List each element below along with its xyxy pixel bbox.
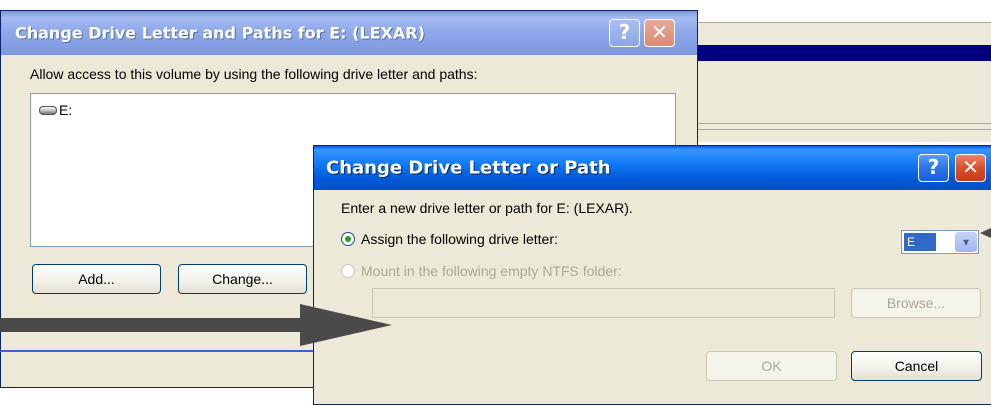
- change-button[interactable]: Change...: [178, 264, 307, 294]
- dialog-title: Change Drive Letter and Paths for E: (LE…: [15, 23, 425, 43]
- background-window-selection-bar: [698, 45, 991, 61]
- background-window-divider: [698, 123, 991, 124]
- cancel-button[interactable]: Cancel: [851, 351, 982, 381]
- change-drive-letter-or-path-dialog: Change Drive Letter or Path ? ✕ Enter a …: [313, 145, 991, 405]
- mount-ntfs-folder-option[interactable]: Mount in the following empty NTFS folder…: [341, 263, 622, 279]
- instruction-text: Enter a new drive letter or path for E: …: [341, 200, 633, 216]
- ok-button[interactable]: OK: [706, 351, 837, 381]
- folder-path-field[interactable]: [372, 288, 835, 318]
- mount-ntfs-folder-label: Mount in the following empty NTFS folder…: [361, 263, 622, 279]
- close-icon: ✕: [962, 155, 979, 179]
- help-icon: ?: [927, 155, 940, 179]
- help-icon: ?: [618, 20, 631, 44]
- drive-letter-select[interactable]: E ▾: [901, 230, 979, 254]
- list-item[interactable]: E:: [39, 102, 72, 118]
- ok-button-label: OK: [761, 358, 782, 374]
- change-button-label: Change...: [212, 271, 273, 287]
- cancel-button-label: Cancel: [894, 358, 939, 374]
- background-window-divider: [698, 129, 991, 130]
- annotation-arrow-tip-icon: [980, 228, 991, 238]
- assign-drive-letter-radio[interactable]: [341, 232, 355, 246]
- drive-letter-value: E: [904, 233, 936, 251]
- window-edge-line: [0, 350, 318, 352]
- browse-button-label: Browse...: [886, 295, 946, 311]
- add-button-label: Add...: [78, 271, 115, 287]
- close-icon: ✕: [651, 20, 668, 44]
- chevron-down-icon[interactable]: ▾: [955, 232, 977, 252]
- help-button[interactable]: ?: [918, 154, 949, 182]
- background-window: [698, 22, 991, 142]
- assign-drive-letter-label: Assign the following drive letter:: [361, 231, 558, 247]
- close-button[interactable]: ✕: [955, 154, 986, 182]
- browse-button[interactable]: Browse...: [851, 288, 981, 318]
- close-button[interactable]: ✕: [644, 19, 675, 47]
- annotation-arrow-icon: [0, 304, 392, 346]
- dialog-title: Change Drive Letter or Path: [326, 157, 611, 179]
- drive-icon: [39, 105, 57, 115]
- assign-drive-letter-option[interactable]: Assign the following drive letter:: [341, 231, 558, 247]
- instruction-text: Allow access to this volume by using the…: [30, 66, 478, 82]
- add-button[interactable]: Add...: [32, 264, 161, 294]
- dialog-titlebar[interactable]: Change Drive Letter and Paths for E: (LE…: [1, 11, 697, 55]
- list-item-label: E:: [59, 102, 73, 118]
- help-button[interactable]: ?: [609, 19, 640, 47]
- mount-ntfs-folder-radio[interactable]: [341, 264, 355, 278]
- dialog-titlebar[interactable]: Change Drive Letter or Path ? ✕: [314, 146, 991, 190]
